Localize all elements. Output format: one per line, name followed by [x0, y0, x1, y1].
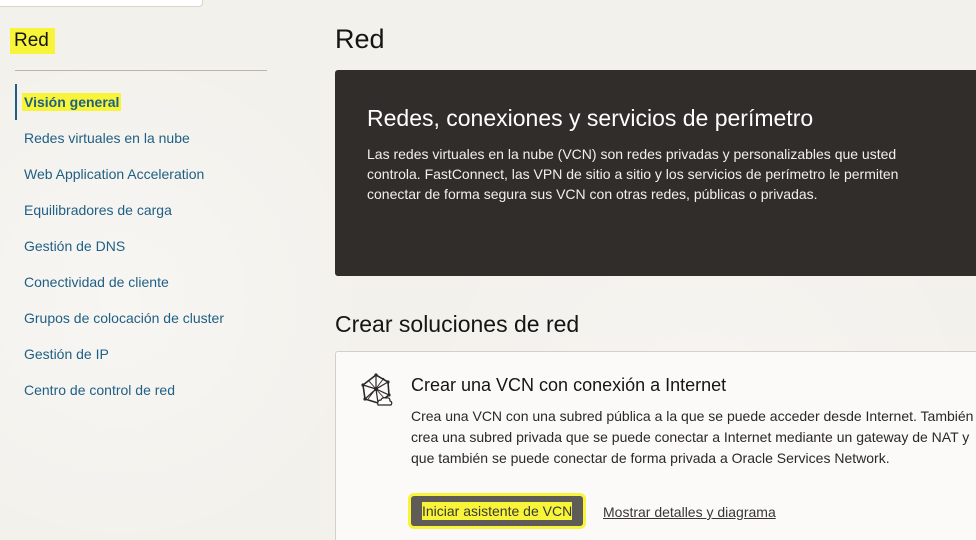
page: Red Visión general Redes virtuales en la… — [0, 0, 976, 540]
start-vcn-wizard-button[interactable]: Iniciar asistente de VCN — [411, 496, 584, 526]
sidebar-nav: Visión general Redes virtuales en la nub… — [15, 84, 275, 408]
sidebar-item-label: Redes virtuales en la nube — [24, 130, 190, 146]
sidebar-item-conectividad-de-cliente[interactable]: Conectividad de cliente — [15, 264, 275, 300]
sidebar-item-label: Gestión de IP — [24, 346, 109, 362]
sidebar-item-label: Visión general — [22, 93, 122, 111]
sidebar-item-label: Web Application Acceleration — [24, 166, 205, 182]
sidebar-item-label: Gestión de DNS — [24, 238, 126, 254]
solution-card: Crear una VCN con conexión a Internet Cr… — [335, 351, 976, 540]
section-title: Crear soluciones de red — [335, 311, 580, 337]
sidebar-item-grupos-de-colocacion[interactable]: Grupos de colocación de cluster — [15, 300, 275, 336]
network-globe-icon — [361, 373, 393, 406]
hero-description: Las redes virtuales en la nube (VCN) son… — [367, 146, 899, 202]
sidebar-divider — [15, 70, 267, 71]
sidebar-item-vision-general[interactable]: Visión general — [15, 84, 275, 120]
sidebar-item-centro-de-control[interactable]: Centro de control de red — [15, 372, 275, 408]
card-description: Crea una VCN con una subred pública a la… — [411, 408, 974, 466]
sidebar-item-label: Centro de control de red — [24, 382, 175, 398]
start-vcn-wizard-button-label: Iniciar asistente de VCN — [422, 502, 573, 520]
sidebar-item-label: Grupos de colocación de cluster — [24, 310, 224, 326]
sidebar-item-label: Equilibradores de carga — [24, 202, 172, 218]
sidebar-title: Red — [10, 28, 55, 54]
sidebar-item-redes-virtuales[interactable]: Redes virtuales en la nube — [15, 120, 275, 156]
sidebar-item-web-application-acceleration[interactable]: Web Application Acceleration — [15, 156, 275, 192]
hero-banner: Redes, conexiones y servicios de perímet… — [335, 70, 976, 276]
header-panel-edge — [0, 0, 203, 7]
card-title: Crear una VCN con conexión a Internet — [411, 375, 727, 395]
show-details-diagram-link[interactable]: Mostrar detalles y diagrama — [603, 502, 776, 522]
page-title: Red — [335, 24, 385, 54]
hero-title: Redes, conexiones y servicios de perímet… — [367, 105, 814, 131]
sidebar-item-gestion-de-ip[interactable]: Gestión de IP — [15, 336, 275, 372]
sidebar-item-label: Conectividad de cliente — [24, 274, 169, 290]
sidebar-item-gestion-de-dns[interactable]: Gestión de DNS — [15, 228, 275, 264]
sidebar-item-equilibradores-de-carga[interactable]: Equilibradores de carga — [15, 192, 275, 228]
